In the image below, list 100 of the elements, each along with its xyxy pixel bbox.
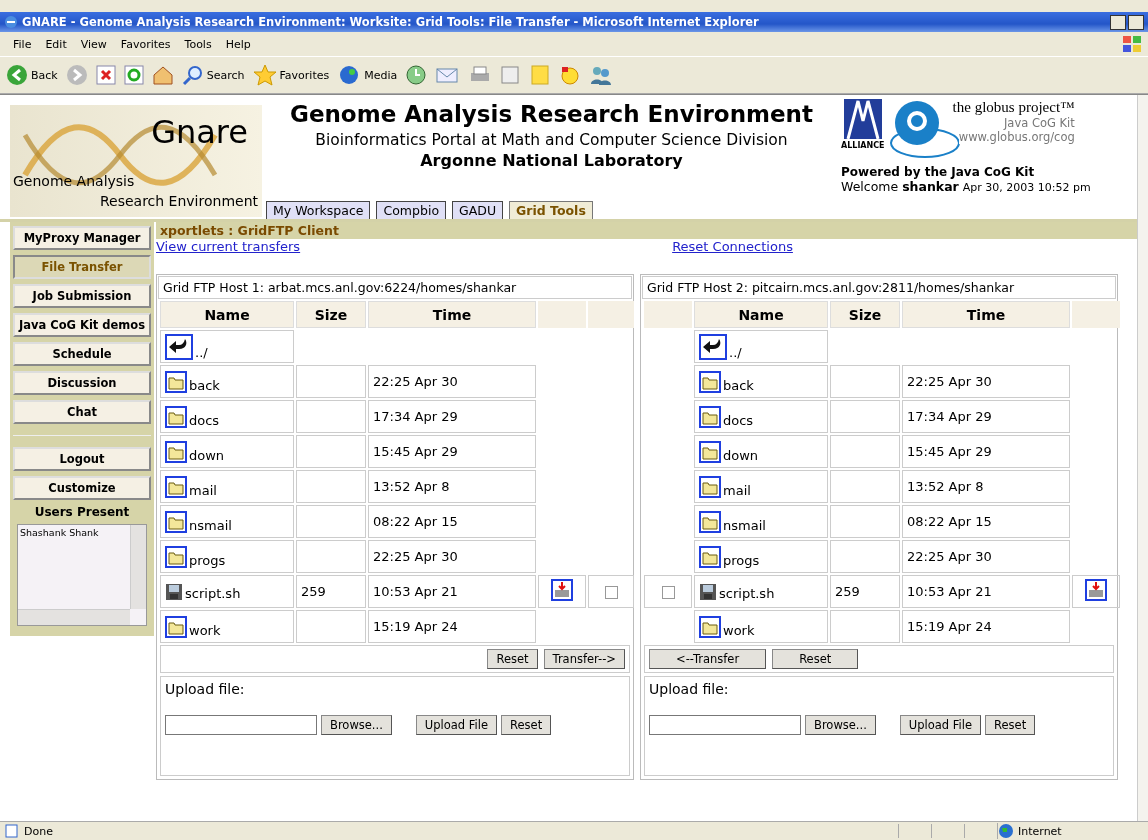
menu-item[interactable]: File	[6, 37, 39, 51]
view-transfers-link[interactable]: View current transfers	[156, 239, 301, 254]
status-text: Done	[24, 824, 53, 838]
logo-subtitle: Genome Analysis	[13, 173, 135, 189]
sidebar-button[interactable]: MyProxy Manager	[13, 226, 151, 250]
file-name[interactable]: nsmail	[723, 517, 766, 533]
column-header: Name	[160, 301, 294, 328]
menu-item[interactable]: View	[73, 37, 114, 51]
globus-project-label: the globus project™	[952, 99, 1075, 116]
zone-label: Internet	[1018, 824, 1062, 838]
reset-connections-link[interactable]: Reset Connections	[672, 239, 793, 254]
file-size: 259	[835, 584, 860, 599]
column-header: Size	[296, 301, 366, 328]
file-name[interactable]: ../	[729, 344, 742, 360]
modified-time: 15:19 Apr 24	[907, 619, 992, 634]
modified-time: 08:22 Apr 15	[373, 514, 458, 529]
file-name[interactable]: mail	[723, 482, 751, 498]
modified-time: 22:25 Apr 30	[907, 374, 992, 389]
modified-time: 17:34 Apr 29	[373, 409, 458, 424]
host-path: Grid FTP Host 1: arbat.mcs.anl.gov:6224/homes/shankar	[158, 276, 632, 299]
browse-button[interactable]: Browse...	[805, 715, 876, 735]
sidebar-button[interactable]: Schedule	[13, 342, 151, 366]
file-name[interactable]: work	[723, 622, 755, 638]
upload-label: Upload file:	[649, 681, 730, 697]
nav-tab[interactable]: Compbio	[376, 201, 447, 219]
modified-time: 15:45 Apr 29	[907, 444, 992, 459]
reset-button[interactable]: Reset	[985, 715, 1036, 735]
column-header: Name	[694, 301, 828, 328]
search-button[interactable]: Search	[181, 64, 245, 86]
sidebar-button[interactable]: Discussion	[13, 371, 151, 395]
file-size: 259	[301, 584, 326, 599]
sidebar-button[interactable]: Logout	[13, 447, 151, 471]
modified-time: 15:45 Apr 29	[373, 444, 458, 459]
nav-tab[interactable]: GADU	[452, 201, 504, 219]
back-button[interactable]: Back	[6, 64, 58, 86]
favorites-button[interactable]: Favorites	[252, 64, 330, 86]
cog-kit-label: Java CoG Kit	[1003, 116, 1075, 130]
media-button[interactable]: Media	[337, 64, 398, 86]
users-present-heading: Users Present	[33, 505, 131, 519]
transfer-button[interactable]: <--Transfer	[649, 649, 767, 669]
modified-time: 13:52 Apr 8	[373, 479, 450, 494]
users-list-box[interactable]: Shashank Shank	[17, 524, 147, 626]
modified-time: 08:22 Apr 15	[907, 514, 992, 529]
user-entry[interactable]: Shashank Shank	[20, 527, 99, 538]
file-name[interactable]: down	[189, 447, 225, 463]
sidebar-button[interactable]: Job Submission	[13, 284, 151, 308]
file-name[interactable]: docs	[723, 412, 754, 428]
menu-item[interactable]: Favorites	[113, 37, 178, 51]
upload-label: Upload file:	[165, 681, 246, 697]
modified-time: 22:25 Apr 30	[373, 549, 458, 564]
site-subtitle: Bioinformatics Portal at Math and Computer Science Division	[315, 131, 788, 149]
window-title: GNARE - Genome Analysis Research Environment: Worksite: Grid Tools: File Transfer - Microsoft Internet Explorer	[22, 15, 759, 29]
nav-tab[interactable]: Grid Tools	[509, 201, 593, 219]
file-name[interactable]: work	[189, 622, 221, 638]
transfer-button[interactable]: Transfer-->	[543, 649, 625, 669]
modified-time: 22:25 Apr 30	[373, 374, 458, 389]
powered-by-label: Powered by the Java CoG Kit	[841, 165, 1036, 179]
column-header: Time	[368, 301, 536, 328]
menu-item[interactable]: Tools	[177, 37, 219, 51]
logo-subtitle: Research Environment	[99, 193, 258, 209]
sidebar-button[interactable]: Chat	[13, 400, 151, 424]
file-name[interactable]: back	[189, 377, 220, 393]
modified-time: 17:34 Apr 29	[907, 409, 992, 424]
reset-button[interactable]: Reset	[501, 715, 552, 735]
file-name[interactable]: docs	[189, 412, 220, 428]
sidebar-button[interactable]: Java CoG Kit demos	[13, 313, 151, 337]
sidebar-button[interactable]: Customize	[13, 476, 151, 500]
portlet-title: xportlets : GridFTP Client	[156, 222, 1137, 239]
column-header: Size	[830, 301, 900, 328]
column-header: Time	[902, 301, 1070, 328]
institution-name: Argonne National Laboratory	[420, 151, 683, 170]
host-path: Grid FTP Host 2: pitcairn.mcs.anl.gov:2811/homes/shankar	[642, 276, 1116, 299]
nav-tab[interactable]: My Workspace	[266, 201, 371, 219]
modified-time: 10:53 Apr 21	[373, 584, 458, 599]
logo-title: Gnare	[151, 113, 248, 151]
file-name[interactable]: ../	[195, 344, 208, 360]
file-name[interactable]: progs	[723, 552, 760, 568]
modified-time: 10:53 Apr 21	[907, 584, 992, 599]
modified-time: 13:52 Apr 8	[907, 479, 984, 494]
upload-button[interactable]: Upload File	[415, 715, 498, 735]
browse-button[interactable]: Browse...	[321, 715, 392, 735]
transfer-button[interactable]: Reset	[772, 649, 859, 669]
cog-kit-url: www.globus.org/cog	[958, 130, 1075, 144]
alliance-logo: ALLIANCE	[841, 99, 885, 150]
menu-item[interactable]: Edit	[38, 37, 74, 51]
welcome-label: Welcome	[841, 179, 899, 194]
date-time: Apr 30, 2003 10:52 pm	[962, 181, 1091, 194]
file-name[interactable]: nsmail	[189, 517, 232, 533]
transfer-button[interactable]: Reset	[487, 649, 538, 669]
upload-button[interactable]: Upload File	[899, 715, 982, 735]
menu-item[interactable]: Help	[218, 37, 258, 51]
site-title: Genome Analysis Research Environment	[290, 101, 813, 127]
user-name: shankar	[902, 179, 959, 194]
modified-time: 22:25 Apr 30	[907, 549, 992, 564]
file-name[interactable]: back	[723, 377, 754, 393]
modified-time: 15:19 Apr 24	[373, 619, 458, 634]
file-name[interactable]: progs	[189, 552, 226, 568]
file-name[interactable]: down	[723, 447, 759, 463]
file-name[interactable]: mail	[189, 482, 217, 498]
sidebar-button[interactable]: File Transfer	[13, 255, 151, 279]
